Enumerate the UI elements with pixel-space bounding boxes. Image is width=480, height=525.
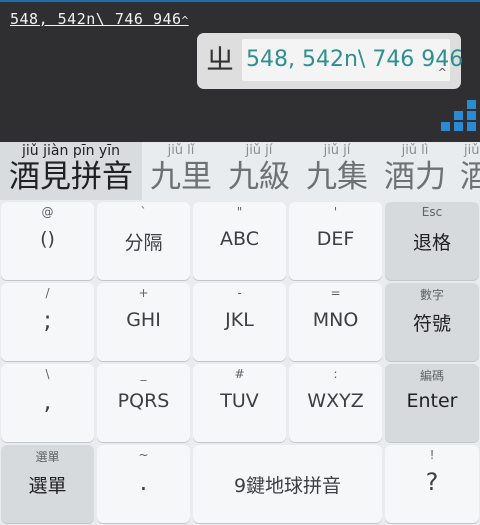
key-hint: =: [330, 286, 341, 300]
key-hint: `: [140, 205, 147, 219]
menu-key[interactable]: 選單 選單: [1, 445, 94, 523]
key-label: Enter: [406, 390, 458, 412]
candidate-hanzi: 九集: [306, 159, 368, 195]
key-hint: ': [333, 205, 338, 219]
key-hint: _: [140, 367, 147, 381]
key-label: MNO: [312, 309, 359, 331]
key-label: 退格: [412, 232, 451, 254]
key-abc[interactable]: " ABC: [193, 202, 286, 280]
key-ghi[interactable]: + GHI: [97, 283, 190, 361]
key-hint: !: [429, 448, 435, 462]
key-semicolon[interactable]: / ;: [1, 283, 94, 361]
key-hint: /: [45, 286, 50, 300]
key-label: .: [139, 468, 148, 496]
space-key[interactable]: 9鍵地球拼音: [193, 445, 382, 523]
key-hint: Esc: [421, 205, 443, 219]
key-period[interactable]: ~ .: [97, 445, 190, 523]
candidate-item[interactable]: jiǔ jiàn pīn yīn 酒見拼音: [0, 142, 142, 200]
key-hint: 選單: [35, 450, 60, 464]
key-hint: @: [41, 205, 54, 219]
candidate-hanzi: 九級: [228, 159, 290, 195]
key-hint: ": [236, 205, 243, 219]
backspace-key[interactable]: Esc 退格: [385, 202, 479, 280]
key-label: 符號: [412, 313, 451, 335]
key-hint: #: [234, 367, 245, 381]
popup-composing-field[interactable]: 548, 542n\ 746 946 ^: [242, 39, 463, 81]
key-hint: 數字: [419, 288, 444, 302]
candidate-pinyin: jiǔ jí: [245, 143, 273, 158]
key-jkl[interactable]: - JKL: [193, 283, 286, 361]
candidate-item[interactable]: jiǔ lì 酒力: [379, 142, 451, 200]
key-mno[interactable]: = MNO: [289, 283, 382, 361]
candidate-item[interactable]: jiǔ jí 九級: [223, 142, 295, 200]
key-pqrs[interactable]: _ PQRS: [97, 364, 190, 442]
key-label: 選單: [28, 475, 67, 497]
key-parentheses[interactable]: @ (): [1, 202, 94, 280]
candidate-item[interactable]: jiǔ 酒: [456, 142, 480, 200]
key-hint: :: [333, 367, 338, 381]
key-hint: \: [45, 367, 50, 381]
composing-text-value: 548, 542n\ 746 946: [10, 10, 182, 28]
resize-handle-icon[interactable]: [440, 100, 476, 136]
enter-key[interactable]: 編碼 Enter: [385, 364, 479, 442]
composing-popup: ㄓ 548, 542n\ 746 946 ^: [197, 33, 463, 89]
candidate-hanzi: 酒見拼音: [9, 159, 133, 195]
popup-caret: ^: [437, 66, 447, 79]
key-tuv[interactable]: # TUV: [193, 364, 286, 442]
candidate-bar: jiǔ jiàn pīn yīn 酒見拼音 jiǔ lǐ 九里 jiǔ jí 九…: [0, 142, 480, 200]
composing-caret: ^: [181, 14, 189, 27]
key-label: ,: [43, 387, 52, 415]
key-label: JKL: [225, 309, 254, 331]
popup-composing-value: 548, 542n\ 746 946: [246, 47, 464, 72]
key-label: PQRS: [117, 390, 170, 412]
candidate-pinyin: jiǔ: [464, 143, 480, 158]
candidate-hanzi: 酒: [460, 159, 480, 195]
symbols-key[interactable]: 數字 符號: [385, 283, 479, 361]
key-label: GHI: [126, 309, 161, 331]
candidate-pinyin: jiǔ lì: [401, 143, 429, 158]
key-label: ABC: [220, 228, 259, 250]
key-label: 9鍵地球拼音: [233, 475, 342, 497]
key-def[interactable]: ' DEF: [289, 202, 382, 280]
key-label: TUV: [220, 390, 259, 412]
key-label: DEF: [316, 228, 355, 250]
key-question[interactable]: ! ?: [385, 445, 479, 523]
key-separator[interactable]: ` 分隔: [97, 202, 190, 280]
key-hint: 編碼: [419, 369, 444, 383]
app-text-area[interactable]: 548, 542n\ 746 946^ ㄓ 548, 542n\ 746 946…: [0, 0, 480, 142]
keyboard: @ () ` 分隔 " ABC ' DEF Esc 退格 / ; + GHI -…: [0, 200, 480, 525]
key-label: 分隔: [124, 232, 163, 254]
zhuyin-mode-icon[interactable]: ㄓ: [205, 43, 235, 77]
key-wxyz[interactable]: : WXYZ: [289, 364, 382, 442]
candidate-pinyin: jiǔ jiàn pīn yīn: [22, 143, 120, 159]
key-hint: ~: [138, 448, 149, 462]
key-label: (): [40, 228, 55, 250]
candidate-pinyin: jiǔ lǐ: [167, 143, 195, 158]
candidate-item[interactable]: jiǔ jí 九集: [301, 142, 373, 200]
accent-line: [0, 0, 480, 2]
candidate-hanzi: 九里: [150, 159, 212, 195]
key-comma[interactable]: \ ,: [1, 364, 94, 442]
key-label: ;: [43, 306, 52, 334]
key-label: WXYZ: [307, 390, 364, 412]
candidate-pinyin: jiǔ jí: [323, 143, 351, 158]
key-label: ?: [425, 468, 439, 496]
key-hint: -: [237, 286, 242, 300]
key-hint: +: [138, 286, 149, 300]
candidate-hanzi: 酒力: [384, 159, 446, 195]
composing-text: 548, 542n\ 746 946^: [10, 10, 189, 28]
candidate-item[interactable]: jiǔ lǐ 九里: [145, 142, 217, 200]
